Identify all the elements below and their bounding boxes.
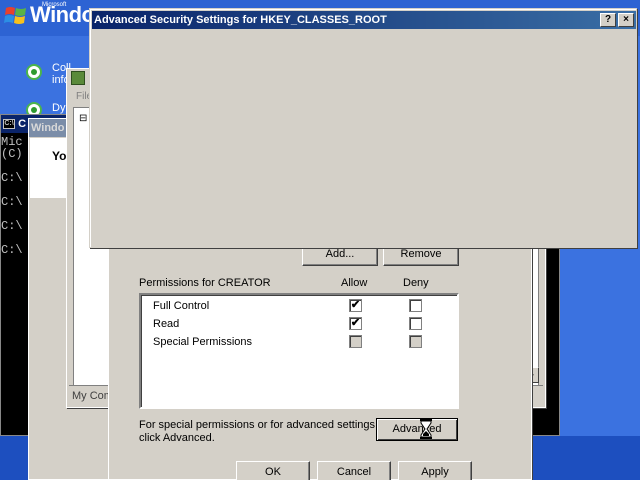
cmd-line: C:\ (1, 243, 23, 257)
deny-full-control-checkbox[interactable] (409, 299, 422, 312)
advanced-note-cont: click Advanced. (139, 432, 215, 444)
windows-dialog-text: Yo (52, 149, 67, 163)
cmd-line: C:\ (1, 195, 23, 209)
advanced-button[interactable]: Advanced (376, 418, 458, 441)
advanced-titlebar[interactable]: Advanced Security Settings for HKEY_CLAS… (92, 11, 636, 29)
apply-button[interactable]: Apply (398, 461, 472, 480)
windows-brand: Windo (30, 2, 95, 27)
permissions-list[interactable]: Full Control ✔ Read ✔ Special Permission… (139, 293, 459, 409)
step-complete-icon (26, 64, 42, 80)
deny-header: Deny (403, 277, 429, 289)
help-icon[interactable]: ? (600, 13, 616, 27)
permission-name: Special Permissions (153, 336, 253, 348)
cmd-icon: C:\ (3, 119, 15, 130)
cmd-line: (C) (1, 147, 23, 161)
setup-step-label: Dy (52, 102, 66, 114)
hourglass-cursor-icon (420, 419, 432, 439)
allow-header: Allow (341, 277, 368, 289)
allow-full-control-checkbox[interactable]: ✔ (349, 299, 362, 312)
cmd-title: C (18, 118, 27, 130)
close-icon[interactable]: × (618, 13, 634, 27)
deny-special-permissions-checkbox (409, 335, 422, 348)
deny-read-checkbox[interactable] (409, 317, 422, 330)
allow-read-checkbox[interactable]: ✔ (349, 317, 362, 330)
permission-name: Read (153, 318, 180, 330)
cancel-button[interactable]: Cancel (317, 461, 391, 480)
advanced-note: For special permissions or for advanced … (139, 419, 379, 431)
windows-dialog-body (30, 138, 68, 198)
ok-button[interactable]: OK (236, 461, 310, 480)
cmd-line: C:\ (1, 171, 23, 185)
registry-app-icon (71, 71, 85, 85)
advanced-title: Advanced Security Settings for HKEY_CLAS… (94, 14, 387, 26)
permissions-for-label: Permissions for CREATOR (139, 277, 271, 289)
allow-special-permissions-checkbox (349, 335, 362, 348)
advanced-security-settings-dialog[interactable]: Advanced Security Settings for HKEY_CLAS… (89, 8, 637, 248)
tree-collapse-icon[interactable]: ⊟ (79, 113, 87, 124)
cmd-line: C:\ (1, 219, 23, 233)
windows-flag-icon (4, 7, 26, 24)
permission-name: Full Control (153, 300, 210, 312)
